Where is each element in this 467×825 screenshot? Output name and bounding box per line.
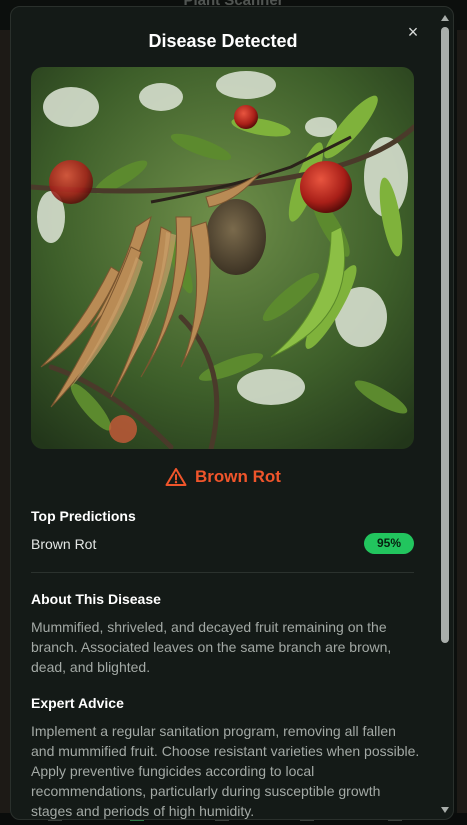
disease-modal: Disease Detected × Brown Rot Top Predict… (10, 6, 454, 820)
prediction-label: Brown Rot (31, 536, 97, 552)
plant-photo (31, 67, 414, 449)
scroll-down-arrow-icon[interactable] (441, 807, 449, 813)
prediction-row: Brown Rot 95% (31, 533, 414, 555)
background-left-edge (0, 30, 10, 825)
scroll-up-arrow-icon[interactable] (441, 15, 449, 21)
close-button[interactable]: × (403, 22, 423, 42)
modal-title: Disease Detected (148, 31, 298, 51)
scroll-thumb[interactable] (441, 27, 449, 643)
disease-name: Brown Rot (195, 467, 281, 486)
confidence-badge: 95% (364, 533, 414, 554)
detected-disease: Brown Rot (11, 467, 435, 487)
expert-advice-text: Implement a regular sanitation program, … (31, 723, 420, 819)
background-right-edge (457, 30, 467, 825)
expert-advice-heading: Expert Advice (31, 695, 124, 711)
about-disease-heading: About This Disease (31, 591, 161, 607)
section-divider (31, 572, 414, 573)
warning-triangle-icon (165, 468, 187, 486)
scrollbar[interactable] (439, 11, 451, 817)
top-predictions-heading: Top Predictions (31, 508, 136, 524)
about-disease-text: Mummified, shriveled, and decayed fruit … (31, 619, 392, 675)
